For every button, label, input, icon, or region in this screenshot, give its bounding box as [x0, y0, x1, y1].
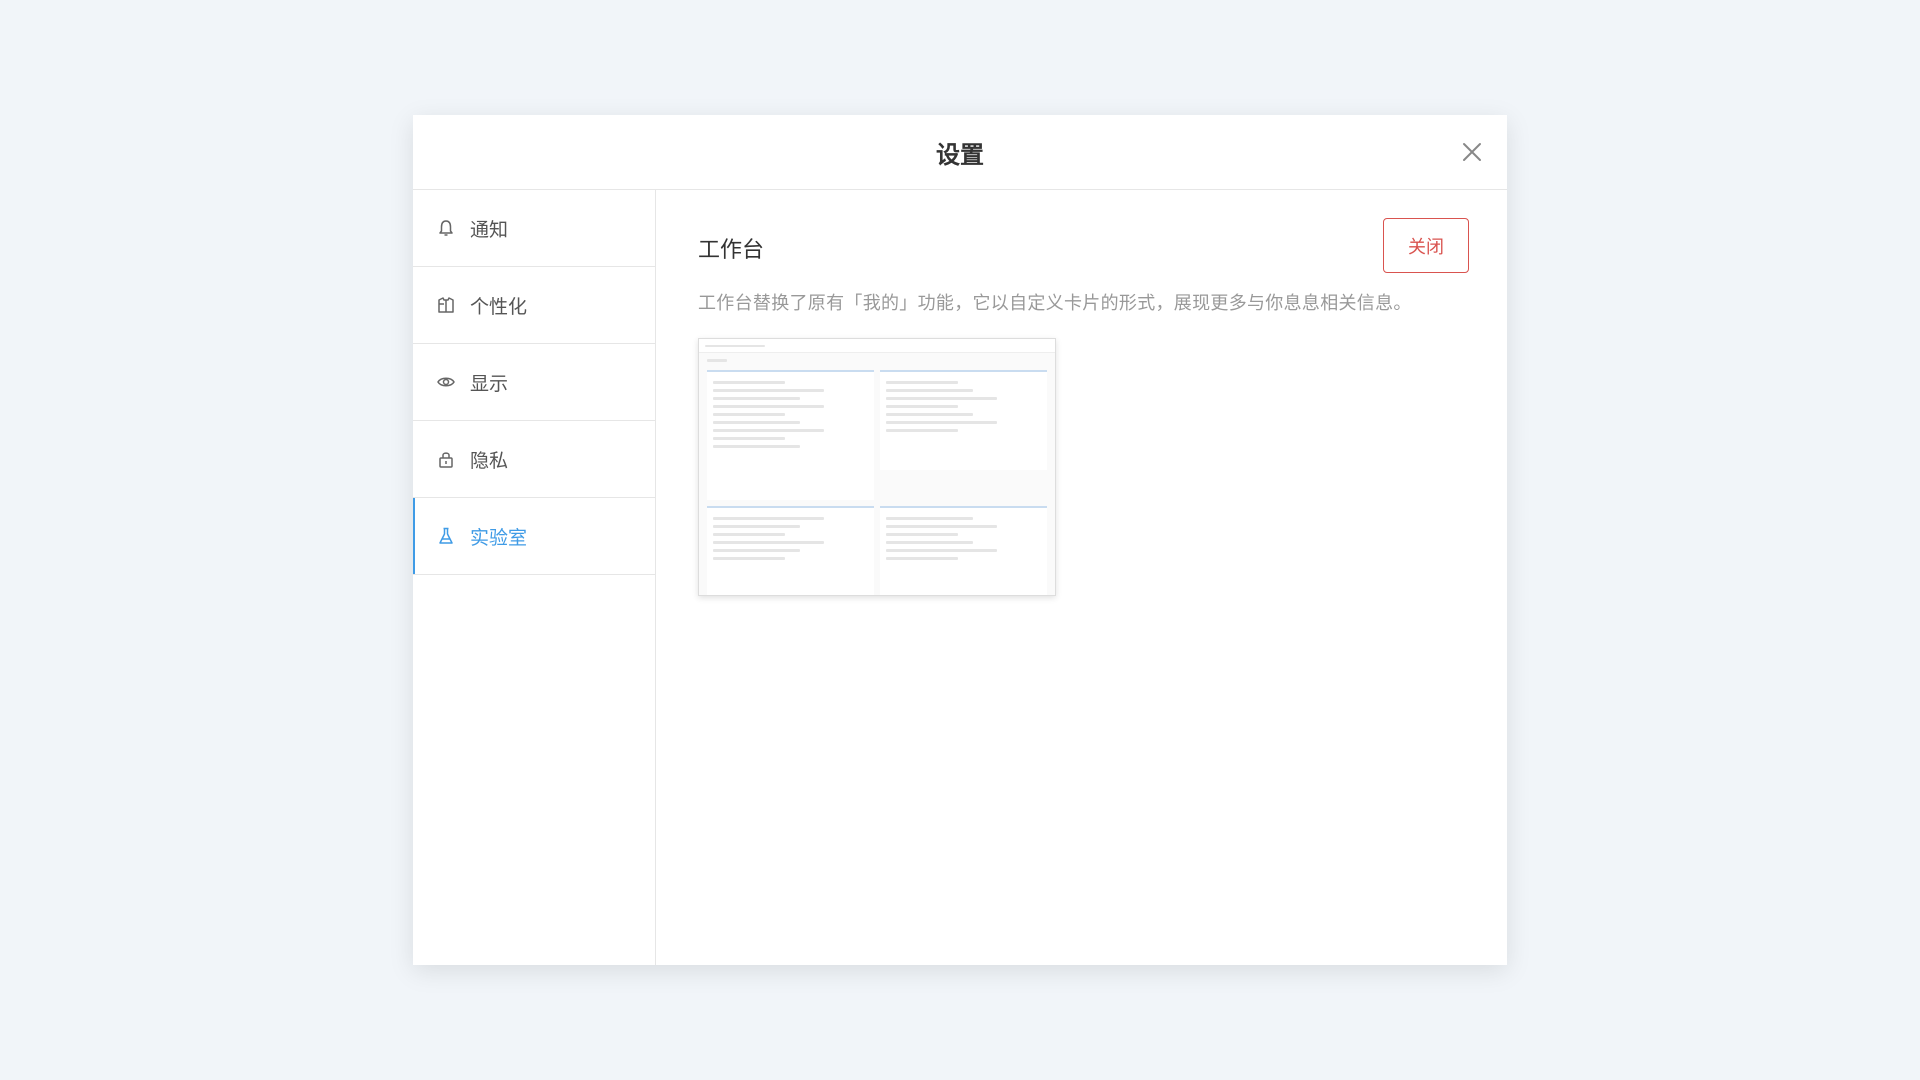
- sidebar-item-label: 显示: [470, 372, 509, 395]
- preview-topbar: [699, 339, 1055, 353]
- section-description: 工作台替换了原有「我的」功能，它以自定义卡片的形式，展现更多与你息息相关信息。: [698, 293, 1412, 314]
- sidebar-item-privacy[interactable]: 隐私: [413, 421, 655, 498]
- close-icon[interactable]: [1455, 135, 1489, 169]
- preview-card: [880, 506, 1047, 595]
- sidebar-item-label: 实验室: [470, 526, 528, 549]
- dialog-body: 通知 个性化 显示 隐私 实验室 工作台 关闭 工作台替换了原有「我的」功能，它…: [413, 190, 1507, 965]
- sidebar-item-notifications[interactable]: 通知: [413, 190, 655, 267]
- preview-card-grid: [699, 370, 1055, 595]
- sidebar-item-label: 通知: [470, 218, 509, 241]
- settings-sidebar: 通知 个性化 显示 隐私 实验室: [413, 190, 656, 965]
- sidebar-item-lab[interactable]: 实验室: [413, 498, 655, 575]
- sidebar-item-display[interactable]: 显示: [413, 344, 655, 421]
- disable-button[interactable]: 关闭: [1383, 218, 1469, 273]
- dialog-title: 设置: [936, 140, 984, 169]
- shirt-icon: [436, 295, 456, 315]
- eye-icon: [436, 372, 456, 392]
- sidebar-item-personalization[interactable]: 个性化: [413, 267, 655, 344]
- dialog-header: 设置: [413, 115, 1507, 190]
- flask-icon: [436, 526, 456, 546]
- settings-dialog: 设置 通知 个性化 显示 隐私 实验室 工作台 关闭 工作台替换了原有「我的」功…: [413, 115, 1507, 965]
- preview-card: [707, 506, 874, 595]
- bell-icon: [436, 218, 456, 238]
- sidebar-item-label: 个性化: [470, 295, 528, 318]
- section-title: 工作台: [698, 238, 765, 263]
- sidebar-item-label: 隐私: [470, 449, 509, 472]
- workbench-preview-image: [698, 338, 1056, 596]
- settings-content: 工作台 关闭 工作台替换了原有「我的」功能，它以自定义卡片的形式，展现更多与你息…: [656, 190, 1507, 965]
- lock-icon: [436, 449, 456, 469]
- preview-header: [699, 353, 1055, 370]
- preview-card: [880, 370, 1047, 470]
- preview-card: [707, 370, 874, 500]
